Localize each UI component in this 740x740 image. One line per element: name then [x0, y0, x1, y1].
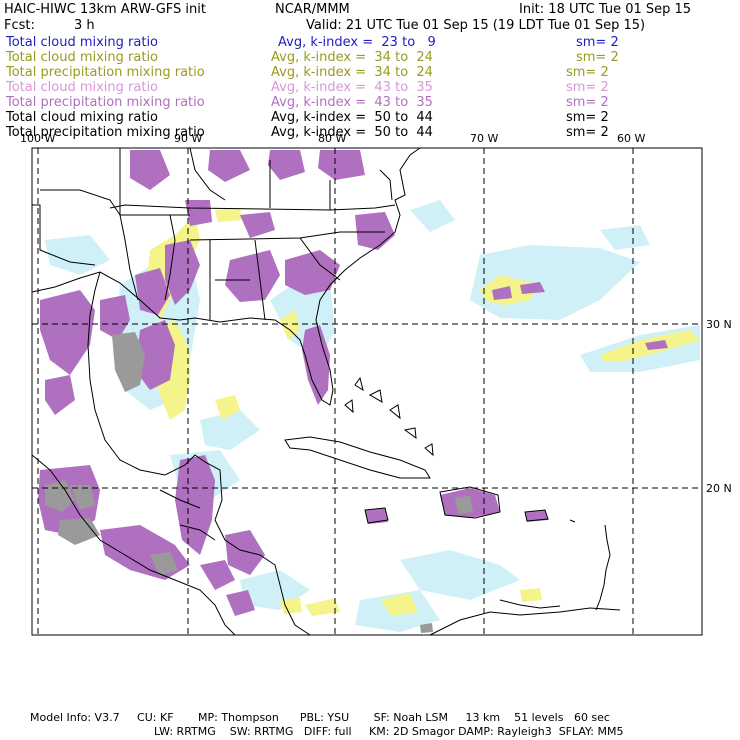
lat-label-20n: 20 N	[706, 482, 732, 495]
lon-label-80w: 80 W	[318, 132, 346, 145]
lon-label-100w: 100 W	[20, 132, 55, 145]
model-info-line1: Model Info: V3.7 CU: KF MP: Thompson PBL…	[30, 711, 610, 724]
model-info-line2: LW: RRTMG SW: RRTMG DIFF: full KM: 2D Sm…	[154, 725, 624, 738]
lon-label-60w: 60 W	[617, 132, 645, 145]
lon-label-70w: 70 W	[470, 132, 498, 145]
forecast-map: 100 W 90 W 80 W 70 W 60 W 30 N 20 N	[20, 132, 732, 636]
lon-label-90w: 90 W	[174, 132, 202, 145]
lat-label-30n: 30 N	[706, 318, 732, 331]
